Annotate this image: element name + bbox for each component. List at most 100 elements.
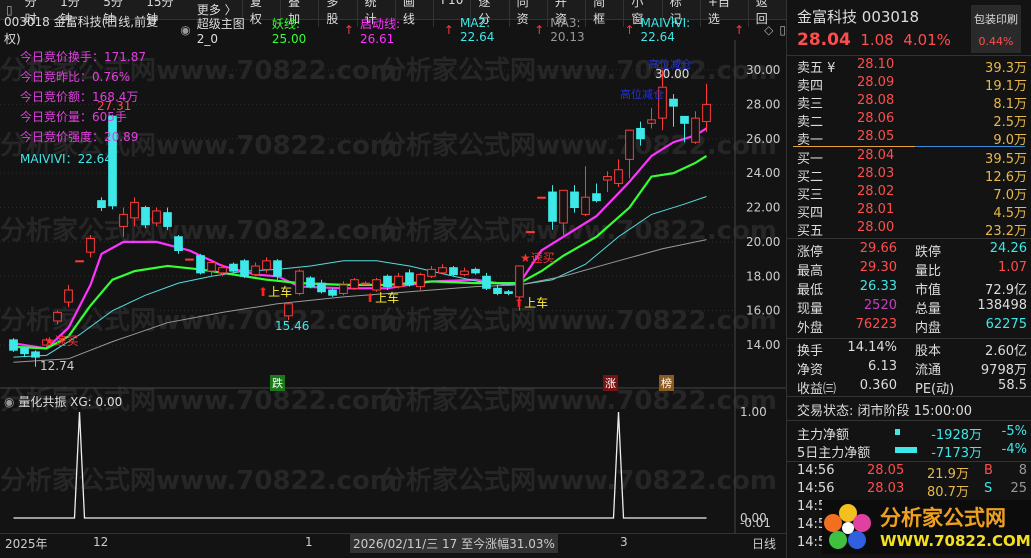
book-volume: 23.2万 — [985, 224, 1027, 239]
site-logo: 分析家公式网 WWW.70822.COM — [822, 500, 1031, 554]
price-tick-label: 14.00 — [746, 338, 780, 352]
tick-price: 28.03 — [867, 481, 905, 496]
sector-badge[interactable]: 包装印刷 0.44% — [971, 5, 1021, 53]
book-level-label: 卖三 — [797, 97, 824, 112]
flow-bar — [895, 429, 900, 435]
indicator-header: ◉ 量化共振 XG: 0.00 — [4, 393, 122, 410]
high-price-label: 27.31 — [97, 99, 132, 113]
candle — [680, 115, 689, 124]
candle — [284, 303, 293, 317]
diamond-icon[interactable]: ◇ — [764, 23, 773, 37]
candle — [449, 267, 458, 276]
stat-row: 换手 14.14% 股本 2.60亿 — [787, 340, 1027, 359]
stat-row: 最低 26.33 市值 72.9亿 — [787, 279, 1027, 298]
price-tick-label: 18.00 — [746, 269, 780, 283]
stat-label: 现量 — [797, 302, 824, 317]
candle — [537, 196, 546, 199]
flow-amount: -7173万 — [931, 446, 982, 461]
book-level-label: 买四 — [797, 206, 824, 221]
price-tick-label: 30.00 — [746, 63, 780, 77]
candle — [97, 200, 106, 209]
candle — [53, 311, 62, 322]
tick-row: 14:56 28.03 80.7万 S 25 — [787, 481, 1027, 500]
template-name[interactable]: 超级主图2_0 — [197, 15, 266, 46]
book-price: 28.09 — [857, 75, 895, 90]
stat-label: 市值 — [915, 283, 942, 298]
bids-row[interactable]: 买一 28.04 39.5万 — [787, 148, 1027, 167]
asks-row[interactable]: 卖二 28.06 2.5万 — [787, 111, 1027, 130]
asks-row[interactable]: 卖四 28.09 19.1万 — [787, 75, 1027, 94]
panel-icon[interactable]: ▯ — [779, 23, 786, 37]
flower-logo-icon — [824, 504, 871, 549]
asks-row[interactable]: 卖三 28.08 8.1万 — [787, 93, 1027, 112]
stat-value: 6.13 — [868, 359, 897, 374]
stat-value: 2520 — [863, 298, 897, 313]
candle — [152, 210, 161, 224]
stat-label: 最低 — [797, 283, 824, 298]
stat-label: 总量 — [915, 302, 942, 317]
stat-value: 9798万 — [980, 363, 1027, 378]
stat-label: 收益㈢ — [797, 382, 837, 397]
candle — [207, 262, 216, 272]
stat-label: 内盘 — [915, 321, 942, 336]
bids-row[interactable]: 买四 28.01 4.5万 — [787, 202, 1027, 221]
stat-row: 收益㈢ 0.360 PE(动) 58.5 — [787, 378, 1027, 397]
candle — [295, 270, 304, 294]
book-volume: 39.3万 — [985, 61, 1027, 76]
stat-label: PE(动) — [915, 382, 955, 397]
candle — [350, 279, 359, 289]
stat-label: 股本 — [915, 344, 942, 359]
xg-line — [13, 411, 707, 519]
stat-label: 外盘 — [797, 321, 824, 336]
candle — [328, 289, 337, 296]
stat-label: 涨停 — [797, 245, 824, 260]
book-volume: 7.0万 — [993, 188, 1027, 203]
board-signal: ⬆上车 — [365, 291, 400, 305]
auction-turnover: 今日竞价换手：171.87 — [20, 50, 146, 64]
candle — [196, 255, 205, 274]
bids-row[interactable]: 买五 28.00 23.2万 — [787, 220, 1027, 239]
asks-row[interactable]: 卖一 28.05 9.0万 — [787, 129, 1027, 148]
period-button[interactable]: 日线 — [752, 535, 776, 552]
candle — [592, 193, 601, 202]
candle — [141, 207, 150, 226]
x-label: 3 — [620, 535, 628, 549]
candle — [339, 284, 348, 294]
ma2-value: MA2: 22.64 — [459, 16, 495, 44]
asks-row[interactable]: 卖五 ¥ 28.10 39.3万 — [787, 57, 1027, 76]
candle — [647, 119, 656, 124]
book-price: 28.02 — [857, 184, 895, 199]
candle — [504, 291, 513, 294]
stat-value: 62275 — [985, 317, 1027, 332]
stat-label: 流通 — [915, 363, 942, 378]
stat-row: 涨停 29.66 跌停 24.26 — [787, 241, 1027, 260]
price-pct: 4.01% — [903, 31, 951, 49]
indicator-title[interactable]: 量化共振 — [18, 395, 66, 409]
stat-row: 现量 2520 总量 138498 — [787, 298, 1027, 317]
indicator-infobar: 003018 金富科技(日线,前复权) ◉ 超级主图2_0 妖线: 25.00 ↑… — [4, 15, 786, 46]
maivivi-label: MAIVIVI：22.64 — [20, 152, 112, 166]
cursor-date-label: 2026/02/11/三 17 至今涨幅31.03% — [350, 534, 558, 553]
candle — [493, 287, 502, 294]
stat-row: 外盘 76223 内盘 62275 — [787, 317, 1027, 336]
candle — [405, 272, 414, 286]
candle — [64, 289, 73, 303]
candle — [559, 189, 568, 224]
flow-label: 5日主力净额 — [797, 446, 871, 461]
stat-value: 29.30 — [859, 260, 897, 275]
bids-row[interactable]: 买三 28.02 7.0万 — [787, 184, 1027, 203]
tick-side: S — [984, 481, 993, 496]
indicator-dropdown-icon[interactable]: ◉ — [4, 395, 14, 409]
tick-row: 14:56 28.05 21.9万 B 8 — [787, 463, 1027, 482]
candle — [471, 268, 480, 274]
auction-strength: 今日竞价强度：20.89 — [20, 130, 139, 144]
book-volume: 12.6万 — [985, 170, 1027, 185]
candle — [163, 212, 172, 227]
book-volume: 2.5万 — [993, 115, 1027, 130]
bids-row[interactable]: 买二 28.03 12.6万 — [787, 166, 1027, 185]
board-signal: ⬆上车 — [514, 296, 549, 310]
tick-side: B — [984, 463, 993, 478]
stat-value: 76223 — [855, 317, 897, 332]
tick-count: 25 — [1010, 481, 1027, 496]
template-dropdown-icon[interactable]: ◉ — [180, 23, 190, 37]
